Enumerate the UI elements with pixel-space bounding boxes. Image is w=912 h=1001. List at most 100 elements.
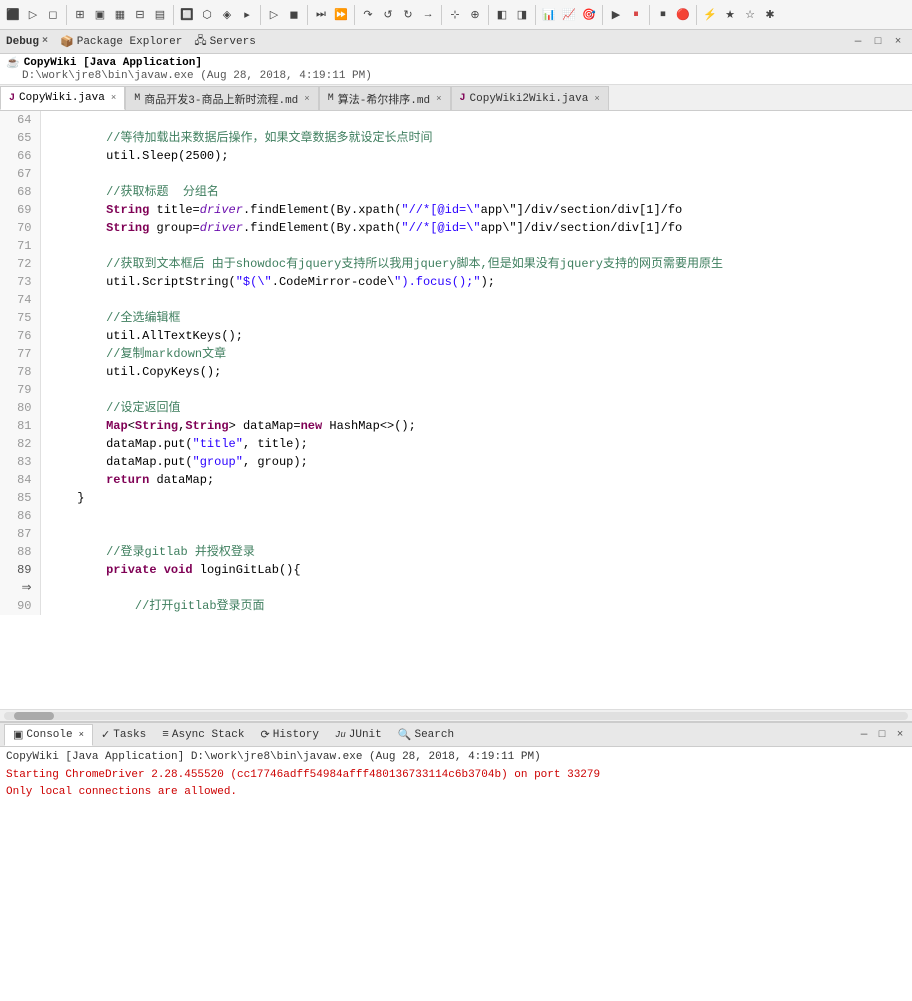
app-icon: ☕	[6, 56, 20, 70]
line-number: 71	[0, 237, 40, 255]
tab-close-3[interactable]: ×	[594, 94, 599, 104]
toolbar-icon-35[interactable]: ✱	[761, 6, 779, 24]
toolbar-icon-22[interactable]: ⊕	[466, 6, 484, 24]
tab-label-1: 商品开发3-商品上新时流程.md	[144, 91, 298, 107]
perspective-minimize-icon[interactable]: —	[850, 34, 866, 50]
toolbar-sep-9	[602, 5, 603, 25]
toolbar-icon-23[interactable]: ◧	[493, 6, 511, 24]
toolbar-icon-28[interactable]: ▶	[607, 6, 625, 24]
toolbar-icon-16[interactable]: ⏩	[332, 6, 350, 24]
code-line-content	[40, 165, 912, 183]
toolbar-icon-19[interactable]: ↻	[399, 6, 417, 24]
toolbar-icon-20[interactable]: →	[419, 6, 437, 24]
toolbar-icon-17[interactable]: ↷	[359, 6, 377, 24]
toolbar-icon-7[interactable]: ⊟	[131, 6, 149, 24]
toolbar-icon-11[interactable]: ◈	[218, 6, 236, 24]
line-number: 65	[0, 129, 40, 147]
tab-copywiki-java[interactable]: J CopyWiki.java ×	[0, 86, 125, 110]
tab-shangpin[interactable]: M 商品开发3-商品上新时流程.md ×	[125, 86, 318, 110]
toolbar-sep-10	[649, 5, 650, 25]
toolbar-icon-2[interactable]: ▷	[24, 6, 42, 24]
table-row: 66 util.Sleep(2500);	[0, 147, 912, 165]
debug-label: Debug	[6, 36, 39, 48]
toolbar-icon-4[interactable]: ⊞	[71, 6, 89, 24]
servers-icon: 🖧	[194, 32, 206, 51]
toolbar-icon-34[interactable]: ☆	[741, 6, 759, 24]
toolbar-icon-33[interactable]: ★	[721, 6, 739, 24]
servers-perspective[interactable]: 🖧 Servers	[194, 32, 255, 51]
code-line-content	[40, 381, 912, 399]
code-table: 6465 //等待加载出来数据后操作，如果文章数据多就设定长点时间66 util…	[0, 111, 912, 615]
toolbar-icon-32[interactable]: ⚡	[701, 6, 719, 24]
table-row: 81 Map<String,String> dataMap=new HashMa…	[0, 417, 912, 435]
toolbar-icon-3[interactable]: ◻	[44, 6, 62, 24]
line-number: 76	[0, 327, 40, 345]
code-editor[interactable]: 6465 //等待加载出来数据后操作，如果文章数据多就设定长点时间66 util…	[0, 111, 912, 721]
console-close[interactable]: ×	[79, 730, 84, 740]
package-explorer-label: Package Explorer	[77, 36, 183, 48]
line-number: 80	[0, 399, 40, 417]
tab-close-0[interactable]: ×	[111, 93, 116, 103]
junit-icon: Ju	[335, 730, 346, 740]
perspective-maximize-icon[interactable]: □	[870, 34, 886, 50]
toolbar-icon-31[interactable]: 🔴	[674, 6, 692, 24]
toolbar-icon-24[interactable]: ◨	[513, 6, 531, 24]
toolbar-icon-1[interactable]: ⬛	[4, 6, 22, 24]
tab-async-stack[interactable]: ≡ Async Stack	[154, 724, 252, 746]
line-number: 83	[0, 453, 40, 471]
line-number: 85	[0, 489, 40, 507]
tab-close-2[interactable]: ×	[436, 94, 441, 104]
tab-suanfa[interactable]: M 算法-希尔排序.md ×	[319, 86, 451, 110]
toolbar-icon-15[interactable]: ⏭	[312, 6, 330, 24]
table-row: 69 String title=driver.findElement(By.xp…	[0, 201, 912, 219]
line-number: 90	[0, 597, 40, 615]
debug-perspective[interactable]: Debug ×	[6, 36, 48, 48]
code-line-content	[40, 507, 912, 525]
console-line: Only local connections are allowed.	[6, 784, 906, 801]
line-number: 72	[0, 255, 40, 273]
toolbar-icon-29[interactable]: ⏸	[627, 6, 645, 24]
tasks-label: Tasks	[113, 729, 146, 741]
toolbar-icon-25[interactable]: 📊	[540, 6, 558, 24]
toolbar-icon-30[interactable]: ⏹	[654, 6, 672, 24]
perspective-close-icon[interactable]: ×	[890, 34, 906, 50]
toolbar-icon-6[interactable]: ▦	[111, 6, 129, 24]
line-number: 64	[0, 111, 40, 129]
editor-horizontal-scrollbar[interactable]	[0, 709, 912, 721]
toolbar-icon-12[interactable]: ▸	[238, 6, 256, 24]
tab-search[interactable]: 🔍 Search	[390, 724, 462, 746]
tab-junit[interactable]: Ju JUnit	[327, 724, 390, 746]
console-header: CopyWiki [Java Application] D:\work\jre8…	[6, 751, 906, 763]
scrollbar-thumb[interactable]	[14, 712, 54, 720]
package-explorer-perspective[interactable]: 📦 Package Explorer	[60, 35, 182, 49]
toolbar-icon-8[interactable]: ▤	[151, 6, 169, 24]
line-number: 78	[0, 363, 40, 381]
bottom-maximize-icon[interactable]: □	[874, 727, 890, 743]
tab-console[interactable]: ▣ Console ×	[4, 724, 93, 746]
toolbar-icon-13[interactable]: ▷	[265, 6, 283, 24]
table-row: 79	[0, 381, 912, 399]
tab-close-1[interactable]: ×	[304, 94, 309, 104]
toolbar-icon-27[interactable]: 🎯	[580, 6, 598, 24]
debug-close-icon[interactable]: ×	[42, 36, 48, 47]
table-row: 80 //设定返回值	[0, 399, 912, 417]
toolbar-icon-10[interactable]: ⬡	[198, 6, 216, 24]
toolbar-icon-9[interactable]: 🔲	[178, 6, 196, 24]
toolbar-icon-26[interactable]: 📈	[560, 6, 578, 24]
toolbar-icon-18[interactable]: ↺	[379, 6, 397, 24]
bottom-close-icon[interactable]: ×	[892, 727, 908, 743]
toolbar-sep-8	[535, 5, 536, 25]
tab-tasks[interactable]: ✓ Tasks	[93, 724, 154, 746]
scrollbar-track[interactable]	[4, 712, 908, 720]
toolbar-icon-21[interactable]: ⊹	[446, 6, 464, 24]
app-title-text: CopyWiki [Java Application]	[24, 57, 202, 69]
code-line-content: util.CopyKeys();	[40, 363, 912, 381]
toolbar-icon-5[interactable]: ▣	[91, 6, 109, 24]
console-content: CopyWiki [Java Application] D:\work\jre8…	[0, 747, 912, 1001]
tab-copywiki2wiki[interactable]: J CopyWiki2Wiki.java ×	[451, 86, 609, 110]
tab-icon-3: J	[460, 93, 466, 104]
table-row: 77 //复制markdown文章	[0, 345, 912, 363]
tab-history[interactable]: ⟳ History	[253, 724, 327, 746]
toolbar-icon-14[interactable]: ◼	[285, 6, 303, 24]
bottom-minimize-icon[interactable]: —	[856, 727, 872, 743]
